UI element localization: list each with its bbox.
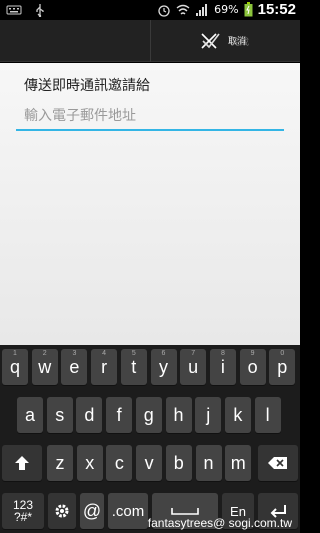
key-hint: 5 <box>131 350 136 357</box>
key-label: t <box>131 356 137 377</box>
settings-key[interactable] <box>48 493 76 529</box>
key-label: w <box>38 356 52 377</box>
checkmark-icon <box>202 33 220 49</box>
key-label: c <box>114 452 124 473</box>
key-w[interactable]: w2 <box>31 349 58 385</box>
key-f[interactable]: f <box>106 397 133 433</box>
key-label: m <box>230 452 246 473</box>
key-l[interactable]: l <box>254 397 281 433</box>
shift-icon <box>15 456 29 470</box>
keyboard-row-2: asdfgh j k l <box>0 393 300 433</box>
key-label: d <box>84 404 95 425</box>
key-hint: 9 <box>250 350 255 357</box>
key-hint: 6 <box>161 350 166 357</box>
key-a[interactable]: a <box>17 397 43 433</box>
at-key[interactable]: @ <box>80 493 104 529</box>
key-hint: 3 <box>72 350 77 357</box>
status-bar: 69% 15:52 <box>0 0 300 20</box>
invite-form: 傳送即時通訊邀請給 <box>0 63 300 345</box>
key-label: j <box>206 404 211 425</box>
key-g[interactable]: g <box>135 397 162 433</box>
signal-icon <box>196 3 208 16</box>
key-label: x <box>85 452 95 473</box>
key-label: b <box>173 452 184 473</box>
key-label: k <box>233 404 243 425</box>
key-k[interactable]: k <box>224 397 251 433</box>
watermark: fantasytrees@ sogi.com.tw <box>147 516 292 530</box>
battery-percent: 69% <box>214 3 239 16</box>
form-title: 傳送即時通訊邀請給 <box>24 78 150 94</box>
key-hint: 0 <box>280 350 285 357</box>
key-hint: 2 <box>42 350 47 357</box>
key-c[interactable]: c <box>106 445 133 481</box>
key-label: v <box>144 452 154 473</box>
key-hint: 8 <box>220 350 225 357</box>
key-x[interactable]: x <box>76 445 103 481</box>
alarm-icon <box>158 4 170 17</box>
key-label: p <box>277 356 288 377</box>
keyboard-icon <box>6 5 22 15</box>
key-r[interactable]: r4 <box>91 349 118 385</box>
shift-key[interactable] <box>2 445 42 481</box>
symbols-key[interactable]: 123 ?#* <box>2 493 44 529</box>
key-t[interactable]: t5 <box>120 349 147 385</box>
clock: 15:52 <box>257 1 296 18</box>
key-v[interactable]: v <box>136 445 163 481</box>
key-o[interactable]: o9 <box>239 349 266 385</box>
key-b[interactable]: b <box>165 445 192 481</box>
email-field-container <box>16 101 284 131</box>
key-hint: 7 <box>191 350 196 357</box>
done-button[interactable]: 完成 <box>150 20 300 62</box>
key-label: u <box>188 356 199 377</box>
key-label: l <box>265 404 270 425</box>
key-s[interactable]: s <box>46 397 73 433</box>
key-label: e <box>69 356 80 377</box>
wifi-icon <box>176 4 190 15</box>
key-n[interactable]: n <box>195 445 222 481</box>
key-label: z <box>55 452 65 473</box>
key-label: y <box>159 356 168 377</box>
key-u[interactable]: u7 <box>180 349 207 385</box>
gear-icon <box>55 504 69 518</box>
backspace-key[interactable] <box>258 445 298 481</box>
keyboard-row-1: q1w2e3r4t5y6u7i8o9p0 <box>0 345 300 385</box>
key-i[interactable]: i8 <box>209 349 236 385</box>
key-label: f <box>116 404 122 425</box>
key-j[interactable]: j <box>195 397 222 433</box>
key-p[interactable]: p0 <box>269 349 296 385</box>
key-label: n <box>203 452 214 473</box>
key-y[interactable]: y6 <box>150 349 177 385</box>
key-label: a <box>24 404 35 425</box>
usb-icon <box>36 4 44 17</box>
key-label: i <box>220 356 225 377</box>
backspace-icon <box>268 457 287 469</box>
key-hint: 1 <box>13 350 17 357</box>
key-e[interactable]: e3 <box>61 349 88 385</box>
key-q[interactable]: q1 <box>2 349 28 385</box>
soft-keyboard: q1w2e3r4t5y6u7i8o9p0 asdfghjkl zxcvbnm 1… <box>0 345 300 533</box>
key-d[interactable]: d <box>76 397 103 433</box>
key-label: r <box>101 356 108 377</box>
key-label: h <box>173 404 184 425</box>
key-z[interactable]: z <box>47 445 73 481</box>
battery-icon <box>244 2 253 17</box>
key-h[interactable]: h <box>165 397 192 433</box>
key-label: g <box>143 404 154 425</box>
done-label: 完成 <box>231 37 250 48</box>
dotcom-key[interactable]: .com <box>108 493 148 529</box>
keyboard-row-3: zxcvbnm <box>0 441 300 481</box>
key-m[interactable]: m <box>225 445 252 481</box>
key-label: q <box>9 356 20 377</box>
space-icon <box>171 508 199 515</box>
key-label: o <box>247 356 258 377</box>
key-label: s <box>55 404 65 425</box>
key-hint: 4 <box>102 350 107 357</box>
email-input[interactable] <box>24 101 284 127</box>
